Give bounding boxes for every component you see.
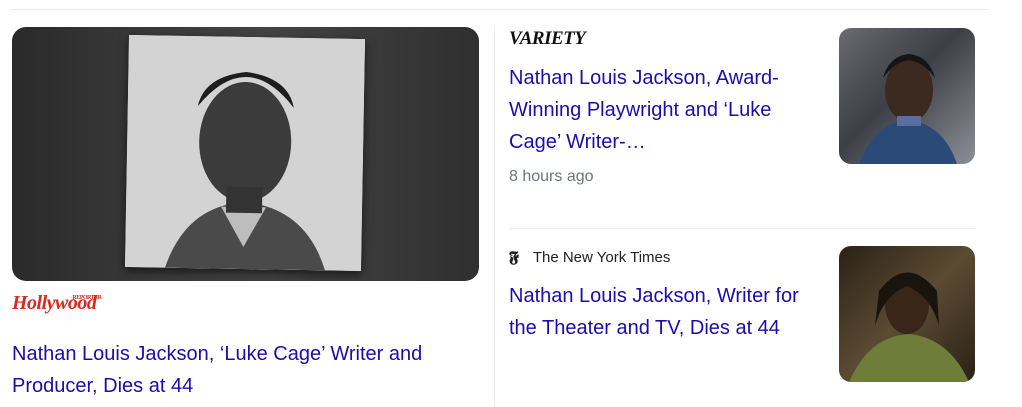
top-divider: [10, 9, 988, 10]
story-headline[interactable]: Nathan Louis Jackson, Writer for the The…: [509, 280, 809, 344]
story-headline[interactable]: Nathan Louis Jackson, Award-Winning Play…: [509, 62, 809, 158]
portrait-photo: [124, 34, 366, 272]
nyt-logo-icon: 𝕱: [509, 247, 519, 266]
story-item[interactable]: VARIETY Nathan Louis Jackson, Award-Winn…: [509, 28, 975, 228]
story-divider: [509, 228, 975, 229]
story-thumbnail[interactable]: [839, 246, 975, 382]
main-story-card[interactable]: HollywoodREPORTER Nathan Louis Jackson, …: [12, 27, 480, 407]
main-story-thumbnail[interactable]: [12, 27, 479, 281]
story-thumbnail[interactable]: [839, 28, 975, 164]
source-name: The New York Times: [532, 248, 671, 266]
story-item[interactable]: 𝕱 The New York Times Nathan Louis Jackso…: [509, 244, 975, 407]
main-story-headline[interactable]: Nathan Louis Jackson, ‘Luke Cage’ Writer…: [12, 338, 472, 402]
hollywood-reporter-logo: HollywoodREPORTER: [12, 292, 102, 314]
story-timestamp: 8 hours ago: [509, 168, 594, 185]
column-divider: [494, 28, 495, 407]
